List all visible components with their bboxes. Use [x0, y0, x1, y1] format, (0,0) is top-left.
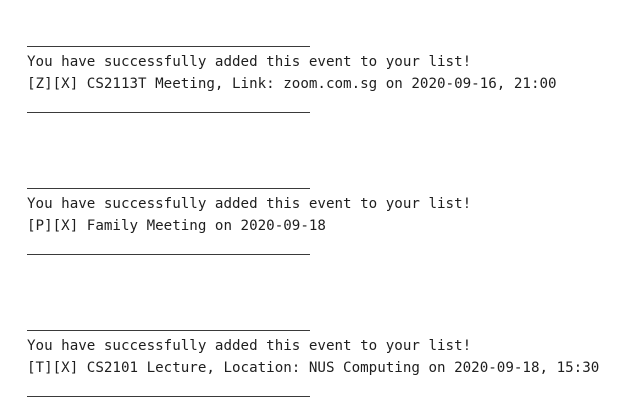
divider-top	[27, 46, 310, 47]
response-message: You have successfully added this event t…	[27, 196, 472, 212]
divider-top	[27, 330, 310, 331]
divider-bottom	[27, 396, 310, 397]
event-detail: [T][X] CS2101 Lecture, Location: NUS Com…	[27, 360, 600, 376]
event-detail: [P][X] Family Meeting on 2020-09-18	[27, 218, 326, 234]
divider-bottom	[27, 254, 310, 255]
response-message: You have successfully added this event t…	[27, 54, 472, 70]
response-message: You have successfully added this event t…	[27, 338, 472, 354]
divider-bottom	[27, 112, 310, 113]
terminal-output: You have successfully added this event t…	[0, 0, 629, 414]
divider-top	[27, 188, 310, 189]
event-detail: [Z][X] CS2113T Meeting, Link: zoom.com.s…	[27, 76, 557, 92]
